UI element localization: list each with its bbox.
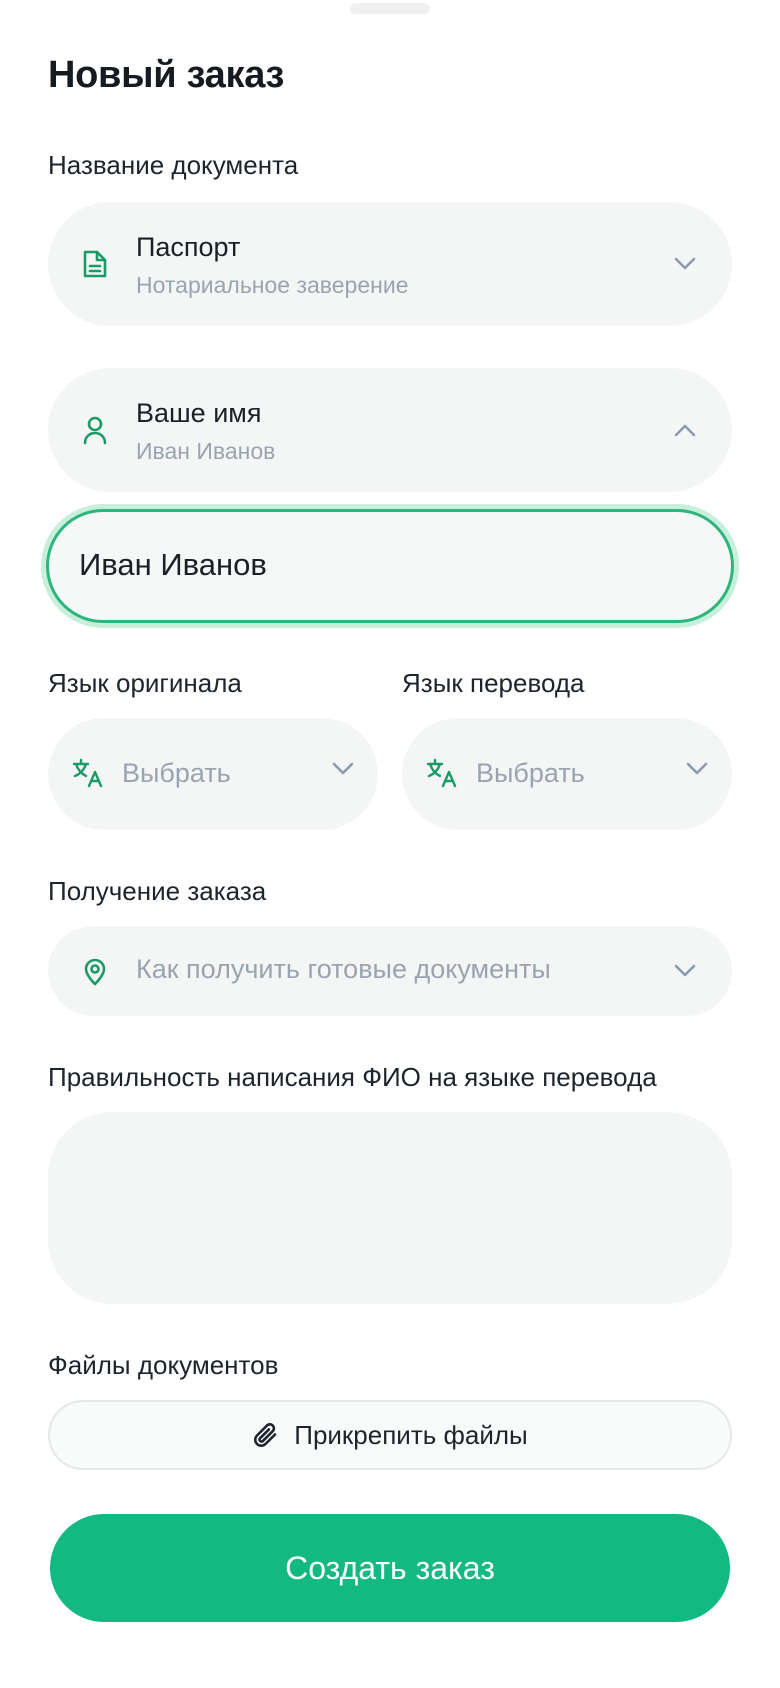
original-language-label: Язык оригинала xyxy=(48,668,242,698)
original-language-placeholder: Выбрать xyxy=(122,758,231,788)
delivery-select[interactable]: Как получить готовые документы xyxy=(48,926,732,1016)
order-sheet: Новый заказ Название документа Паспорт Н… xyxy=(0,0,780,1688)
sheet-drag-handle[interactable] xyxy=(350,3,430,14)
chevron-down-icon xyxy=(672,958,698,984)
name-select[interactable]: Ваше имя Иван Иванов xyxy=(48,368,732,492)
delivery-label: Получение заказа xyxy=(48,876,267,906)
location-pin-icon xyxy=(80,956,110,986)
name-input-wrapper xyxy=(46,509,734,623)
document-label: Название документа xyxy=(48,150,299,180)
translate-icon xyxy=(426,758,458,793)
page-title: Новый заказ xyxy=(48,54,285,96)
document-value: Паспорт xyxy=(136,232,241,262)
delivery-placeholder: Как получить готовые документы xyxy=(136,954,551,984)
document-icon xyxy=(80,249,110,279)
name-value: Иван Иванов xyxy=(136,438,276,464)
target-language-placeholder: Выбрать xyxy=(476,758,585,788)
name-input[interactable] xyxy=(79,534,679,596)
spelling-label: Правильность написания ФИО на языке пере… xyxy=(48,1062,657,1092)
chevron-down-icon xyxy=(686,762,708,781)
original-language-select[interactable]: Выбрать xyxy=(48,718,378,830)
name-field-label: Ваше имя xyxy=(136,398,262,428)
spelling-textarea[interactable] xyxy=(48,1112,732,1304)
create-order-button[interactable]: Создать заказ xyxy=(50,1514,730,1622)
document-subtitle: Нотариальное заверение xyxy=(136,272,409,298)
chevron-down-icon xyxy=(672,251,698,277)
target-language-label: Язык перевода xyxy=(402,668,585,698)
chevron-down-icon xyxy=(332,762,354,781)
attach-files-button[interactable]: Прикрепить файлы xyxy=(48,1400,732,1470)
translate-icon xyxy=(72,758,104,793)
target-language-select[interactable]: Выбрать xyxy=(402,718,732,830)
attach-files-label: Прикрепить файлы xyxy=(294,1419,528,1450)
chevron-up-icon xyxy=(672,417,698,443)
files-label: Файлы документов xyxy=(48,1350,279,1380)
person-icon xyxy=(80,415,110,445)
paperclip-icon xyxy=(252,1420,280,1450)
document-select[interactable]: Паспорт Нотариальное заверение xyxy=(48,202,732,326)
